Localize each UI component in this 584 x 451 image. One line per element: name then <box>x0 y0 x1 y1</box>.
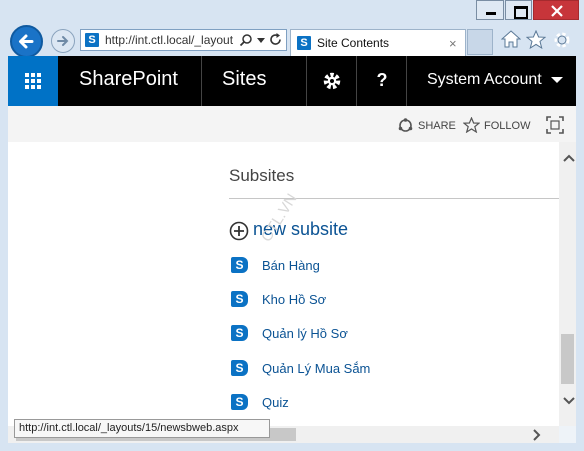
section-divider <box>229 198 559 199</box>
arrow-left-icon <box>19 34 34 49</box>
address-text[interactable]: http://int.ctl.local/_layouts <box>105 33 233 47</box>
subsite-link[interactable]: Quản Lý Mua Sắm <box>262 361 370 376</box>
home-icon[interactable] <box>501 30 521 48</box>
sharepoint-suite-bar: SharePoint Sites ? System Account <box>8 56 576 106</box>
tab-title: Site Contents <box>317 36 390 50</box>
arrow-right-icon <box>57 36 69 46</box>
share-icon[interactable] <box>398 118 413 133</box>
gear-icon <box>323 72 341 90</box>
status-bar-url: http://int.ctl.local/_layouts/15/newsbwe… <box>14 419 270 438</box>
tab-site-contents[interactable]: S Site Contents × <box>290 29 466 56</box>
back-button[interactable] <box>10 25 43 58</box>
sites-link[interactable]: Sites <box>222 68 266 91</box>
search-icon[interactable] <box>239 33 253 47</box>
brand-title[interactable]: SharePoint <box>79 68 178 91</box>
plus-circle-icon <box>229 221 249 241</box>
new-tab-button[interactable] <box>467 29 493 55</box>
subsite-link[interactable]: Quản lý Hồ Sơ <box>262 326 348 341</box>
subsite-link[interactable]: Bán Hàng <box>262 258 320 273</box>
refresh-icon[interactable] <box>268 32 283 47</box>
section-title: Subsites <box>229 166 295 185</box>
suite-divider <box>201 56 202 106</box>
address-bar[interactable]: S http://int.ctl.local/_layouts <box>80 29 287 51</box>
subsite-link[interactable]: Kho Hồ Sơ <box>262 292 326 307</box>
minimize-button[interactable] <box>476 0 504 20</box>
window-border-bottom <box>0 443 584 451</box>
suite-divider <box>406 56 407 106</box>
sharepoint-site-icon: S <box>231 291 248 307</box>
vertical-scroll-thumb[interactable] <box>561 334 574 384</box>
scroll-up-icon[interactable] <box>563 154 575 162</box>
sharepoint-favicon-icon: S <box>297 36 311 50</box>
waffle-icon <box>25 73 41 89</box>
star-outline-icon[interactable] <box>463 117 480 133</box>
forward-button[interactable] <box>51 29 75 53</box>
help-button[interactable]: ? <box>357 56 407 106</box>
window-border-left <box>0 56 8 444</box>
gear-icon[interactable] <box>552 30 572 50</box>
scroll-down-icon[interactable] <box>563 397 575 405</box>
window-border-right <box>576 56 584 444</box>
chevron-down-icon[interactable] <box>257 38 265 43</box>
close-icon <box>551 5 563 17</box>
sharepoint-site-icon: S <box>231 325 248 341</box>
share-button[interactable]: SHARE <box>418 120 456 132</box>
settings-button[interactable] <box>307 56 357 106</box>
favorites-star-icon[interactable] <box>526 30 546 49</box>
account-name[interactable]: System Account <box>427 71 542 89</box>
maximize-button[interactable] <box>505 0 532 20</box>
sharepoint-site-icon: S <box>231 360 248 376</box>
focus-on-content-icon[interactable] <box>546 116 564 134</box>
sharepoint-site-icon: S <box>231 394 248 410</box>
scroll-right-icon[interactable] <box>533 429 541 441</box>
sharepoint-favicon-icon: S <box>85 33 99 47</box>
sharepoint-site-icon: S <box>231 257 248 273</box>
chevron-down-icon[interactable] <box>551 77 563 83</box>
follow-button[interactable]: FOLLOW <box>484 120 530 132</box>
subsite-link[interactable]: Quiz <box>262 395 289 410</box>
tab-close-icon[interactable]: × <box>449 36 457 51</box>
app-launcher-button[interactable] <box>8 56 58 106</box>
close-window-button[interactable] <box>533 0 579 20</box>
